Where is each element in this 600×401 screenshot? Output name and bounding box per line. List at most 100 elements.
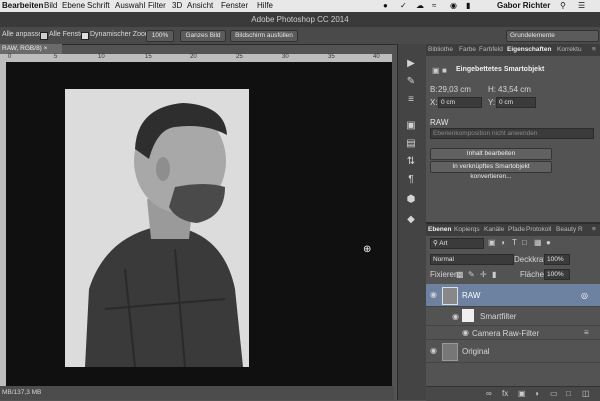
menu-bild[interactable]: Bild xyxy=(44,1,57,10)
edit-contents-button[interactable]: Inhalt bearbeiten xyxy=(430,148,552,160)
workspace-select[interactable]: Grundelemente xyxy=(506,30,599,42)
document-tab-label: RAW, RGB/8) xyxy=(2,45,42,52)
x-field[interactable]: 0 cm xyxy=(438,97,482,108)
hat-icon[interactable]: ● xyxy=(383,1,388,10)
menu-hilfe[interactable]: Hilfe xyxy=(257,1,273,10)
layer-row-smartfilter[interactable]: ◉ Smartfilter xyxy=(426,307,600,326)
menu-bearbeiten[interactable]: Bearbeiten xyxy=(2,1,43,10)
adjustments-icon[interactable]: ⇅ xyxy=(404,156,418,168)
width-value[interactable]: 29,03 cm xyxy=(438,85,471,94)
cloud-icon[interactable]: ☁ xyxy=(416,1,424,10)
document-tab[interactable]: RAW, RGB/8) × xyxy=(0,44,62,54)
layer-row-original[interactable]: ◉ Original xyxy=(426,340,600,363)
layer-row-camera-raw[interactable]: ◉ Camera Raw-Filter ≡ xyxy=(426,326,600,340)
dynamic-zoom-label: Dynamischer Zoom xyxy=(90,31,151,38)
fx-icon[interactable]: fx xyxy=(502,389,508,398)
filter-toggle-icon[interactable]: ● xyxy=(546,238,551,247)
tab-color[interactable]: Farbe xyxy=(459,46,476,53)
tab-corrections[interactable]: Korrektu xyxy=(557,46,582,53)
height-value[interactable]: 43,54 cm xyxy=(498,85,531,94)
trash-icon[interactable]: ◫ xyxy=(582,389,590,398)
blend-mode-select[interactable]: Normal xyxy=(430,254,514,265)
filter-kind-select[interactable]: ⚲ Art xyxy=(430,238,484,249)
spotlight-icon[interactable]: ◉ xyxy=(450,1,457,10)
link-layers-icon[interactable]: ∞ xyxy=(486,389,492,398)
ruler-tick: 25 xyxy=(236,54,243,60)
layer-thumbnail xyxy=(442,287,458,305)
filter-smart-icon[interactable]: ▦ xyxy=(534,238,542,247)
menu-3d[interactable]: 3D xyxy=(172,1,182,10)
layer-name[interactable]: Camera Raw-Filter xyxy=(472,329,539,338)
filter-type-icon[interactable]: T xyxy=(512,238,517,247)
info-icon[interactable]: ▣ xyxy=(404,120,418,132)
filter-shape-icon[interactable]: □ xyxy=(522,238,527,247)
wifi-icon[interactable]: ≈ xyxy=(432,1,436,10)
menu-fenster[interactable]: Fenster xyxy=(221,1,248,10)
tab-paths[interactable]: Pfade xyxy=(508,226,525,233)
dynamic-zoom-checkbox[interactable] xyxy=(81,32,89,40)
lock-all-icon[interactable]: ▮ xyxy=(492,270,496,279)
layer-comps-icon[interactable]: ◆ xyxy=(404,214,418,226)
fill-screen-button[interactable]: Bildschirm ausfüllen xyxy=(230,30,298,42)
tab-channels[interactable]: Kanäle xyxy=(484,226,504,233)
group-folder-icon[interactable]: ▭ xyxy=(550,389,558,398)
3d-cube-icon[interactable]: ⬢ xyxy=(404,194,418,206)
battery-icon[interactable]: ▮ xyxy=(466,1,470,10)
lock-transparency-icon[interactable]: ▩ xyxy=(456,270,464,279)
filter-pixel-icon[interactable]: ▣ xyxy=(488,238,496,247)
lock-move-icon[interactable]: ✛ xyxy=(480,270,487,279)
zoom-100-button[interactable]: 100% xyxy=(146,30,174,42)
eye-icon[interactable]: ◉ xyxy=(430,346,437,355)
layer-comp-select[interactable]: Ebenenkomposition nicht anwenden xyxy=(430,128,594,139)
panel-menu-icon[interactable]: ≡ xyxy=(592,226,596,233)
checkmark-icon[interactable]: ✓ xyxy=(400,1,407,10)
eye-icon[interactable]: ◉ xyxy=(452,312,459,321)
eye-icon[interactable]: ◉ xyxy=(430,290,437,299)
menu-ansicht[interactable]: Ansicht xyxy=(187,1,213,10)
notifications-icon[interactable]: ☰ xyxy=(578,1,585,10)
tab-beauty[interactable]: Beauty R xyxy=(556,226,583,233)
eye-icon[interactable]: ◉ xyxy=(462,328,469,337)
fill-field[interactable]: 100% xyxy=(544,269,570,280)
layer-name[interactable]: RAW xyxy=(462,291,480,300)
y-field[interactable]: 0 cm xyxy=(496,97,536,108)
convert-linked-button[interactable]: In verknüpftes Smartobjekt konvertieren.… xyxy=(430,161,552,180)
search-icon[interactable]: ⚲ xyxy=(560,1,566,10)
play-icon[interactable]: ▶ xyxy=(404,58,418,70)
sliders-icon[interactable]: ≡ xyxy=(404,94,418,106)
ruler-tick: 0 xyxy=(8,54,12,60)
character-icon[interactable]: ¶ xyxy=(404,174,418,186)
layer-name[interactable]: Original xyxy=(462,347,490,356)
menu-filter[interactable]: Filter xyxy=(148,1,166,10)
y-label: Y: xyxy=(488,98,496,107)
filter-adjust-icon[interactable]: ◑ xyxy=(500,238,505,247)
mask-icon[interactable]: ▣ xyxy=(518,389,526,398)
tab-libraries[interactable]: Bibliothe xyxy=(428,46,453,53)
layers-panel: Ebenen Kopierqs Kanäle Pfade Protokoll B… xyxy=(426,224,600,401)
brush-panel-icon[interactable]: ✎ xyxy=(404,76,418,88)
user-name[interactable]: Gabor Richter xyxy=(497,1,550,10)
notes-icon[interactable]: ▤ xyxy=(404,138,418,150)
ruler-tick: 30 xyxy=(282,54,289,60)
tab-layers[interactable]: Ebenen xyxy=(428,226,451,233)
menu-ebene[interactable]: Ebene xyxy=(62,1,85,10)
tab-history[interactable]: Protokoll xyxy=(526,226,551,233)
menu-schrift[interactable]: Schrift xyxy=(87,1,110,10)
new-layer-icon[interactable]: □ xyxy=(566,389,571,398)
opacity-field[interactable]: 100% xyxy=(544,254,570,265)
menu-auswahl[interactable]: Auswahl xyxy=(115,1,145,10)
panel-menu-icon[interactable]: ≡ xyxy=(592,46,596,53)
lock-paint-icon[interactable]: ✎ xyxy=(468,270,475,279)
adjustment-layer-icon[interactable]: ◑ xyxy=(534,389,539,398)
x-label: X: xyxy=(430,98,438,107)
layer-name[interactable]: Smartfilter xyxy=(480,312,516,321)
tab-copy-source[interactable]: Kopierqs xyxy=(454,226,480,233)
horizontal-ruler: 0 5 10 15 20 25 30 35 40 xyxy=(0,54,392,62)
all-windows-checkbox[interactable] xyxy=(40,32,48,40)
tab-swatches[interactable]: Farbfeld xyxy=(479,46,503,53)
close-icon[interactable]: × xyxy=(44,45,48,52)
filter-options-icon[interactable]: ≡ xyxy=(584,328,589,337)
layer-row-raw[interactable]: ◉ RAW ◎ xyxy=(426,284,600,307)
fit-screen-button[interactable]: Ganzes Bild xyxy=(180,30,226,42)
tab-properties[interactable]: Eigenschaften xyxy=(507,46,551,53)
